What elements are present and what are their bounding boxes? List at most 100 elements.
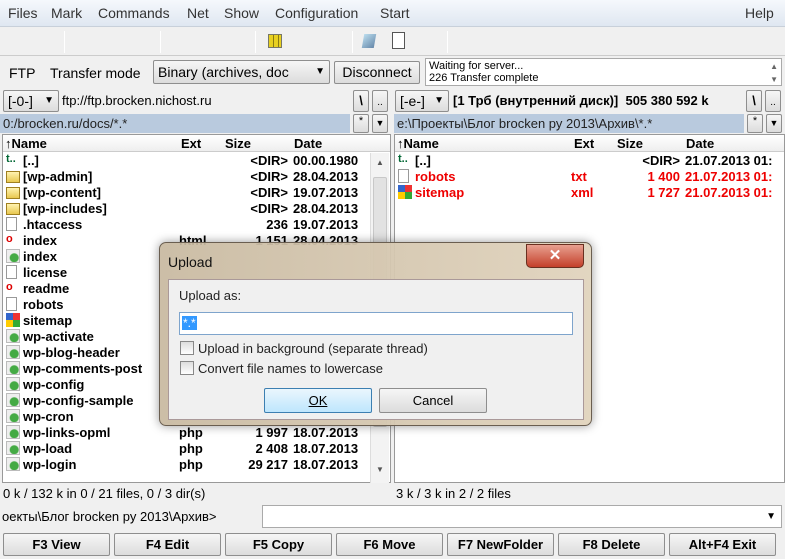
menu-mark[interactable]: Mark — [51, 5, 82, 21]
folder-icon — [6, 187, 20, 199]
file-row[interactable]: .htaccess 236 19.07.2013 — [3, 217, 390, 233]
fkey-button[interactable]: F3 View — [3, 533, 110, 556]
fkey-button[interactable]: F6 Move — [336, 533, 443, 556]
left-parent-button[interactable]: .. — [372, 90, 388, 112]
right-parent-button[interactable]: .. — [765, 90, 781, 112]
fkey-button[interactable]: F8 Delete — [558, 533, 665, 556]
right-path[interactable]: e:\Проекты\Блог brocken ру 2013\Архив\*.… — [394, 114, 744, 133]
col-name[interactable]: ↑Name — [397, 136, 439, 151]
background-upload-label[interactable]: Upload in background (separate thread) — [198, 341, 428, 356]
file-name: robots — [415, 169, 456, 184]
left-path[interactable]: 0:/brocken.ru/docs/*.* — [0, 114, 350, 133]
lowercase-checkbox[interactable] — [180, 361, 194, 375]
disconnect-button[interactable]: Disconnect — [334, 61, 420, 84]
file-date: 18.07.2013 — [293, 457, 359, 472]
upload-as-input[interactable]: *.* — [179, 312, 573, 335]
close-button[interactable]: ✕ — [526, 244, 584, 268]
file-ext: xml — [571, 185, 594, 200]
file-name: robots — [23, 297, 64, 312]
file-name: index — [23, 249, 57, 264]
multi-rename-icon[interactable] — [268, 34, 282, 48]
fkey-button[interactable]: Alt+F4 Exit — [669, 533, 776, 556]
left-root-button[interactable]: \ — [353, 90, 369, 112]
php-file-icon — [6, 329, 20, 343]
file-row[interactable]: wp-links-opml php 1 997 18.07.2013 — [3, 425, 390, 441]
file-row[interactable]: [wp-admin] <DIR> 28.04.2013 — [3, 169, 390, 185]
command-line-input[interactable]: ▼ — [262, 505, 782, 528]
file-name: wp-load — [23, 441, 73, 456]
lowercase-label[interactable]: Convert file names to lowercase — [198, 361, 383, 376]
file-icon — [6, 265, 17, 279]
file-icon — [398, 169, 409, 183]
background-upload-checkbox[interactable] — [180, 341, 194, 355]
file-date: 18.07.2013 — [293, 441, 359, 456]
file-name: [..] — [415, 153, 431, 168]
edit-icon[interactable] — [392, 32, 405, 49]
right-history-button[interactable]: ▼ — [766, 114, 782, 133]
file-size: 236 — [266, 217, 288, 232]
right-filter-button[interactable]: * — [747, 114, 763, 133]
menu-commands[interactable]: Commands — [98, 5, 170, 21]
file-row[interactable]: t.. [..] <DIR> 00.00.1980 — [3, 153, 390, 169]
col-ext[interactable]: Ext — [181, 136, 201, 151]
menu-files[interactable]: Files — [8, 5, 38, 21]
fkey-button[interactable]: F5 Copy — [225, 533, 332, 556]
file-name: wp-config-sample — [23, 393, 134, 408]
scroll-down-icon[interactable]: ▼ — [770, 74, 778, 86]
php-file-icon — [6, 441, 20, 455]
fkey-button[interactable]: F7 NewFolder — [447, 533, 554, 556]
file-ext: php — [179, 457, 203, 472]
file-row[interactable]: wp-login php 29 217 18.07.2013 — [3, 457, 390, 473]
menu-net[interactable]: Net — [187, 5, 209, 21]
left-history-button[interactable]: ▼ — [372, 114, 388, 133]
col-date[interactable]: Date — [686, 136, 714, 151]
transfer-mode-select[interactable]: Binary (archives, doc ▼ — [153, 60, 330, 84]
file-row[interactable]: sitemap xml 1 727 21.07.2013 01: — [395, 185, 784, 201]
file-size: <DIR> — [250, 185, 288, 200]
file-name: [..] — [23, 153, 39, 168]
separator — [447, 31, 448, 53]
column-header: ↑Name Ext Size Date — [395, 135, 784, 152]
separator — [352, 31, 353, 53]
notepad-icon[interactable] — [361, 34, 377, 48]
file-row[interactable]: [wp-includes] <DIR> 28.04.2013 — [3, 201, 390, 217]
file-date: 21.07.2013 01: — [685, 169, 773, 184]
file-row[interactable]: robots txt 1 400 21.07.2013 01: — [395, 169, 784, 185]
file-row[interactable]: [wp-content] <DIR> 19.07.2013 — [3, 185, 390, 201]
file-row[interactable]: wp-load php 2 408 18.07.2013 — [3, 441, 390, 457]
file-size: 2 408 — [255, 441, 288, 456]
file-size: <DIR> — [642, 153, 680, 168]
col-size[interactable]: Size — [617, 136, 643, 151]
menu-help[interactable]: Help — [745, 5, 774, 21]
menu-configuration[interactable]: Configuration — [275, 5, 358, 21]
upload-as-label: Upload as: — [179, 288, 242, 303]
cancel-button[interactable]: Cancel — [379, 388, 487, 413]
right-root-button[interactable]: \ — [746, 90, 762, 112]
menu-show[interactable]: Show — [224, 5, 259, 21]
separator — [160, 31, 161, 53]
left-filter-button[interactable]: * — [353, 114, 369, 133]
file-date: 21.07.2013 01: — [685, 185, 773, 200]
file-size: <DIR> — [250, 169, 288, 184]
scroll-down-icon[interactable]: ▼ — [376, 465, 384, 474]
col-size[interactable]: Size — [225, 136, 251, 151]
file-name: license — [23, 265, 68, 280]
php-file-icon — [6, 249, 20, 263]
fkey-button[interactable]: F4 Edit — [114, 533, 221, 556]
file-name: wp-cron — [23, 409, 74, 424]
chevron-down-icon[interactable]: ▼ — [766, 511, 776, 522]
col-date[interactable]: Date — [294, 136, 322, 151]
file-row[interactable]: t.. [..] <DIR> 21.07.2013 01: — [395, 153, 784, 169]
scroll-up-icon[interactable]: ▲ — [376, 158, 384, 167]
right-status: 3 k / 3 k in 2 / 2 files — [396, 486, 511, 501]
menu-start[interactable]: Start — [380, 5, 410, 21]
dialog-title: Upload — [168, 254, 213, 270]
file-ext: php — [179, 441, 203, 456]
col-name[interactable]: ↑Name — [5, 136, 47, 151]
ok-button[interactable]: OK — [264, 388, 372, 413]
right-drive-select[interactable]: [-e-] ▼ — [395, 90, 449, 112]
col-ext[interactable]: Ext — [574, 136, 594, 151]
scroll-up-icon[interactable]: ▲ — [770, 61, 778, 73]
php-file-icon — [6, 345, 20, 359]
left-drive-select[interactable]: [-0-] ▼ — [3, 90, 59, 112]
